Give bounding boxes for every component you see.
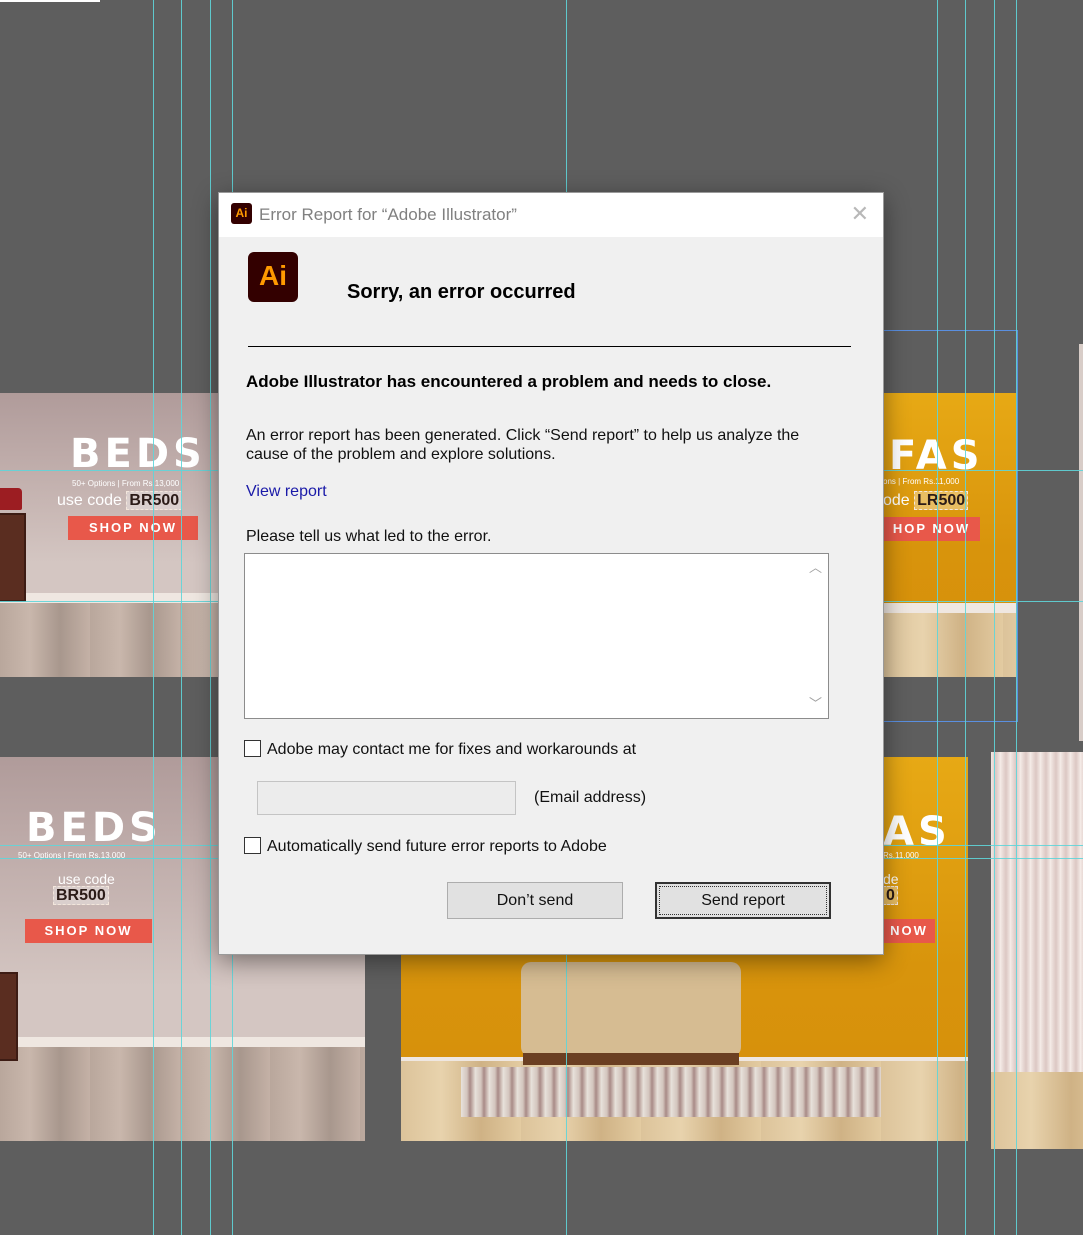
artboard-beds-top: BEDS 50+ Options | From Rs.13,000 use co… bbox=[0, 393, 220, 677]
artboard-curtain bbox=[991, 752, 1083, 1149]
sofa bbox=[521, 962, 741, 1057]
divider bbox=[248, 346, 851, 347]
error-description: An error report has been generated. Clic… bbox=[246, 427, 800, 463]
shop-now-banner: SHOP NOW bbox=[68, 516, 198, 540]
comment-prompt-label: Please tell us what led to the error. bbox=[246, 528, 492, 545]
selection-bounds bbox=[883, 330, 1018, 722]
baseboard bbox=[0, 1037, 365, 1047]
code-prefix: use code bbox=[57, 492, 122, 509]
dont-send-button[interactable]: Don’t send bbox=[447, 882, 623, 919]
floor bbox=[0, 603, 220, 677]
dialog-title: Error Report for “Adobe Illustrator” bbox=[259, 205, 517, 224]
lamp bbox=[0, 488, 22, 510]
floor bbox=[0, 1047, 365, 1141]
auto-send-checkbox-label[interactable]: Automatically send future error reports … bbox=[267, 838, 607, 855]
close-icon[interactable]: ✕ bbox=[851, 202, 869, 226]
auto-send-checkbox[interactable] bbox=[244, 837, 261, 854]
guide-line bbox=[937, 0, 938, 1235]
guide-line bbox=[965, 0, 966, 1235]
curtain bbox=[991, 752, 1083, 1072]
artboard-edge-right bbox=[1079, 344, 1083, 741]
send-report-button[interactable]: Send report bbox=[655, 882, 831, 919]
guide-line bbox=[181, 0, 182, 1235]
illustrator-app-icon: Ai bbox=[231, 203, 252, 224]
auto-send-option-row: Automatically send future error reports … bbox=[244, 837, 607, 856]
guide-line bbox=[153, 0, 154, 1235]
contact-checkbox-label[interactable]: Adobe may contact me for fixes and worka… bbox=[267, 741, 636, 758]
artboard-subline: 50+ Options | From Rs.13,000 bbox=[72, 479, 180, 488]
artboard-code-prefix: de bbox=[883, 871, 899, 887]
artboard-code-line: use code BR500 bbox=[57, 491, 183, 510]
promo-code: BR500 bbox=[126, 491, 183, 510]
floor bbox=[991, 1072, 1083, 1149]
email-field-label: (Email address) bbox=[534, 789, 647, 806]
shop-now-banner: SHOP NOW bbox=[25, 919, 152, 943]
artboard-code-line: BR500 bbox=[53, 886, 109, 905]
comment-textarea[interactable] bbox=[245, 554, 801, 716]
contact-option-row: Adobe may contact me for fixes and worka… bbox=[244, 740, 636, 759]
rug bbox=[461, 1067, 881, 1117]
canvas-tab-marker bbox=[0, 0, 100, 2]
problem-statement: Adobe Illustrator has encountered a prob… bbox=[246, 372, 772, 391]
artboard-code-line: 0 bbox=[883, 886, 898, 905]
nightstand bbox=[0, 972, 18, 1061]
artboard-code-prefix: use code bbox=[58, 871, 115, 887]
guide-line bbox=[210, 0, 211, 1235]
view-report-link[interactable]: View report bbox=[246, 483, 327, 501]
nightstand bbox=[0, 513, 26, 602]
contact-checkbox[interactable] bbox=[244, 740, 261, 757]
artboard-headline: AS bbox=[883, 809, 951, 855]
shop-now-banner: NOW bbox=[883, 919, 935, 943]
sofa-base bbox=[523, 1053, 739, 1065]
promo-code: 0 bbox=[883, 886, 898, 905]
promo-code: BR500 bbox=[53, 886, 109, 905]
comment-box: ︿ ﹀ bbox=[244, 553, 829, 719]
scroll-down-icon[interactable]: ﹀ bbox=[803, 694, 828, 714]
comment-scrollbar[interactable]: ︿ ﹀ bbox=[803, 554, 828, 718]
email-field[interactable] bbox=[257, 781, 516, 815]
error-heading: Sorry, an error occurred bbox=[347, 281, 576, 303]
dialog-titlebar[interactable]: Ai Error Report for “Adobe Illustrator” … bbox=[219, 193, 883, 237]
scroll-up-icon[interactable]: ︿ bbox=[803, 558, 828, 578]
guide-line bbox=[1016, 0, 1017, 1235]
focus-ring bbox=[659, 886, 827, 915]
error-report-dialog: Ai Error Report for “Adobe Illustrator” … bbox=[219, 193, 883, 954]
guide-line bbox=[994, 0, 995, 1235]
illustrator-logo-icon: Ai bbox=[248, 252, 298, 302]
